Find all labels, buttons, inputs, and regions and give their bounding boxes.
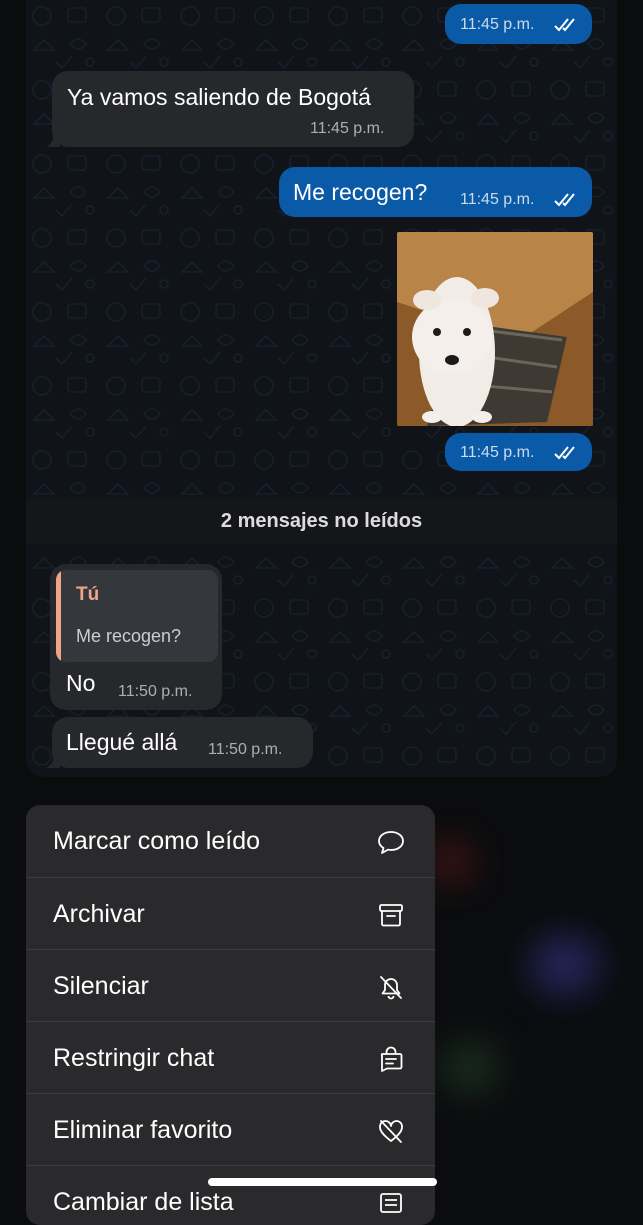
unread-messages-divider: 2 mensajes no leídos — [26, 499, 617, 544]
quoted-text: Me recogen? — [76, 626, 182, 646]
outgoing-message[interactable]: Me recogen? 11:45 p.m. — [279, 167, 592, 217]
message-time: 11:45 p.m. — [460, 191, 535, 208]
incoming-message[interactable]: Ya vamos saliendo de Bogotá 11:45 p.m. — [46, 71, 414, 147]
message-text: No — [66, 670, 96, 696]
menu-item-restrict-chat[interactable]: Restringir chat — [26, 1021, 435, 1094]
menu-item-change-list[interactable]: Cambiar de lista — [26, 1165, 435, 1225]
menu-item-mute[interactable]: Silenciar — [26, 949, 435, 1022]
chat-context-menu: Marcar como leído Archivar Silenciar Res… — [26, 805, 435, 1225]
message-time: 11:50 p.m. — [208, 741, 283, 758]
menu-item-label: Eliminar favorito — [53, 1116, 233, 1144]
menu-item-label: Archivar — [53, 900, 145, 928]
message-time: 11:45 p.m. — [310, 120, 385, 137]
message-text: Llegué allá — [66, 729, 178, 755]
chat-bubble-icon — [378, 831, 404, 854]
read-receipt-icon — [554, 446, 575, 460]
photo-message-image[interactable] — [397, 232, 593, 426]
blurred-background — [430, 845, 470, 879]
blurred-background — [440, 1040, 500, 1095]
menu-item-mark-as-read[interactable]: Marcar como leído — [26, 805, 435, 877]
menu-item-label: Marcar como leído — [53, 827, 261, 855]
list-icon — [380, 1193, 402, 1213]
quote-accent-bar — [56, 570, 61, 662]
bubble-tail — [46, 133, 60, 147]
menu-item-label: Cambiar de lista — [53, 1188, 234, 1216]
message-time: 11:45 p.m. — [460, 16, 535, 33]
bubble-tail — [46, 754, 60, 768]
menu-item-label: Restringir chat — [53, 1044, 215, 1072]
archive-box-icon — [379, 904, 403, 927]
incoming-reply-message[interactable]: Tú Me recogen? No 11:50 p.m. — [50, 564, 222, 710]
lock-chat-icon — [380, 1046, 403, 1072]
menu-item-remove-favorite[interactable]: Eliminar favorito — [26, 1093, 435, 1166]
menu-item-archive[interactable]: Archivar — [26, 877, 435, 950]
read-receipt-icon — [554, 18, 575, 32]
heart-slash-icon — [379, 1120, 403, 1143]
read-receipt-icon — [554, 193, 575, 207]
message-time: 11:45 p.m. — [460, 444, 535, 461]
incoming-message[interactable]: Llegué allá 11:50 p.m. — [46, 717, 313, 768]
message-text: Me recogen? — [293, 179, 428, 205]
menu-item-label: Silenciar — [53, 972, 149, 1000]
message-time: 11:50 p.m. — [118, 683, 193, 700]
outgoing-message[interactable]: 11:45 p.m. — [445, 433, 592, 471]
outgoing-message[interactable]: 11:45 p.m. — [445, 4, 592, 44]
blurred-background — [530, 935, 600, 995]
home-indicator[interactable] — [208, 1178, 437, 1186]
message-text: Ya vamos saliendo de Bogotá — [67, 84, 371, 110]
quoted-author: Tú — [76, 584, 100, 605]
bell-slash-icon — [380, 976, 402, 1000]
quoted-message[interactable]: Tú Me recogen? — [56, 570, 218, 662]
unread-count-label: 2 mensajes no leídos — [220, 510, 423, 532]
